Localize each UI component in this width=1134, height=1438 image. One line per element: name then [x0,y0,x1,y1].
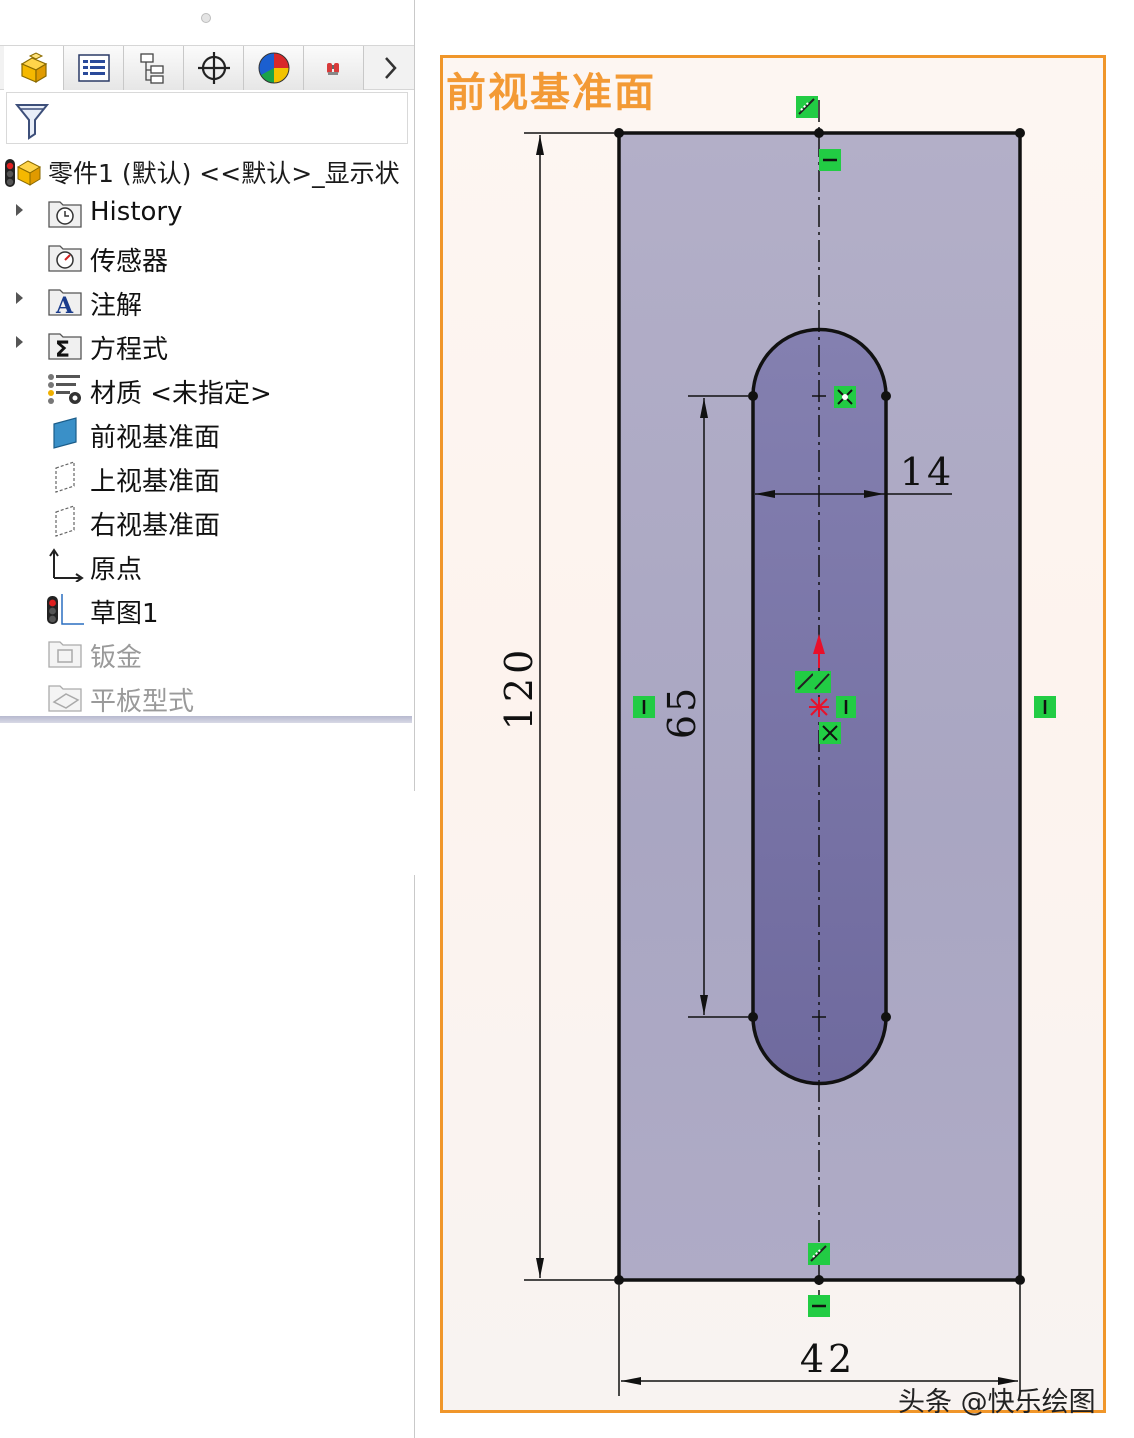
dimension-height[interactable]: 120 [497,132,614,1281]
coincident-relation-icon-bottom [808,1243,830,1265]
tangent-relation-icon [834,386,856,408]
vertical-relation-icon-left [633,696,655,718]
dimension-slot-width-value: 14 [900,450,954,494]
watermark-text: 头条 @快乐绘图 [898,1387,1096,1418]
horizontal-relation-icon-bottom [808,1295,830,1317]
vertical-relation-icon-right [1034,696,1056,718]
symmetric-relation-icon [819,722,841,744]
midpoint-relation-icon [795,671,831,693]
coincident-relation-icon [796,96,818,118]
dimension-height-value: 120 [497,646,541,731]
vertical-relation-icon-center [836,696,856,718]
dimension-width-value: 42 [800,1337,856,1381]
sketch-canvas[interactable]: 120 42 65 14 [0,0,1134,1438]
dimension-slot-length-value: 65 [660,685,704,739]
horizontal-relation-icon [819,149,841,171]
